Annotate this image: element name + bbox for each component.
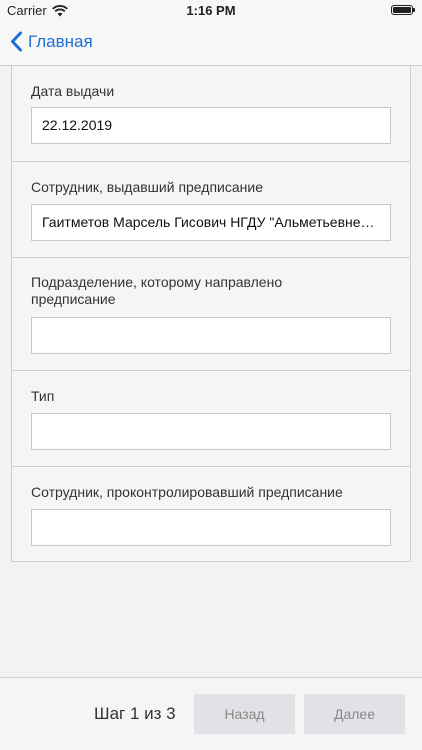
field-label: Сотрудник, выдавший предписание xyxy=(31,179,263,195)
field-type: Тип xyxy=(12,371,410,467)
field-label: Подразделение, которому направлено предп… xyxy=(31,274,283,307)
step-indicator: Шаг 1 из 3 xyxy=(94,704,176,723)
back-button[interactable]: Назад xyxy=(194,694,295,734)
field-target-department: Подразделение, которому направлено предп… xyxy=(12,258,410,371)
field-issuing-employee: Сотрудник, выдавший предписание Гаитмето… xyxy=(12,162,410,258)
field-controlling-employee: Сотрудник, проконтролировавший предписан… xyxy=(12,467,410,562)
form-card: Дата выдачи 22.12.2019 Сотрудник, выдавш… xyxy=(11,66,411,562)
back-to-home-button[interactable]: Главная xyxy=(10,31,93,52)
field-issue-date: Дата выдачи 22.12.2019 xyxy=(12,66,410,162)
status-bar: Carrier 1:16 PM xyxy=(0,0,422,22)
clock: 1:16 PM xyxy=(186,3,236,18)
field-label: Тип xyxy=(31,388,55,404)
controlling-employee-input[interactable] xyxy=(31,509,391,546)
wizard-footer: Шаг 1 из 3 Назад Далее xyxy=(0,677,422,750)
type-input[interactable] xyxy=(31,413,391,450)
chevron-left-icon xyxy=(11,31,22,52)
target-department-input[interactable] xyxy=(31,317,391,354)
field-label: Сотрудник, проконтролировавший предписан… xyxy=(31,484,343,500)
navigation-bar: Главная xyxy=(0,22,422,66)
issuing-employee-input[interactable]: Гаитметов Марсель Гисович НГДУ "Альметье… xyxy=(31,204,391,241)
field-label: Дата выдачи xyxy=(31,83,115,99)
back-button-label: Главная xyxy=(28,31,93,51)
next-button[interactable]: Далее xyxy=(304,694,405,734)
issue-date-input[interactable]: 22.12.2019 xyxy=(31,107,391,144)
battery-icon xyxy=(391,5,415,15)
